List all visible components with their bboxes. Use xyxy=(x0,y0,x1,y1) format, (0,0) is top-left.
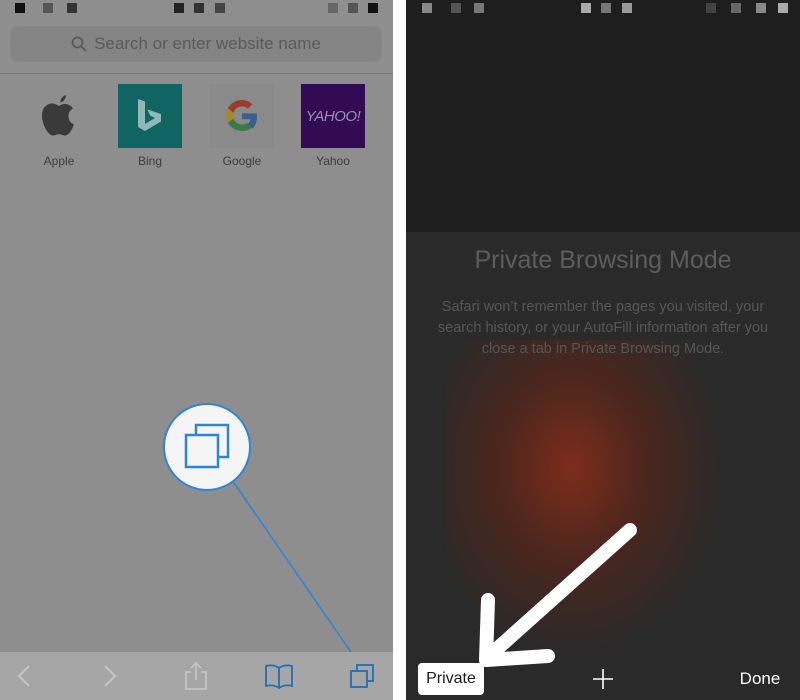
tabs-button[interactable] xyxy=(340,652,384,700)
done-button[interactable]: Done xyxy=(732,663,788,695)
tabs-callout xyxy=(163,403,251,491)
bookmarks-button[interactable] xyxy=(257,652,301,700)
back-button[interactable] xyxy=(2,652,46,700)
forward-icon xyxy=(104,665,117,687)
share-button[interactable] xyxy=(174,652,218,700)
back-icon xyxy=(17,665,30,687)
bookmarks-icon xyxy=(265,664,293,689)
private-button[interactable]: Private xyxy=(418,663,484,695)
new-tab-button[interactable] xyxy=(590,663,616,695)
private-browsing-screen: Private Browsing Mode Safari won’t remem… xyxy=(406,0,800,700)
forward-button[interactable] xyxy=(88,652,132,700)
safari-start-page: Search or enter website name Apple Bing xyxy=(0,0,393,700)
arrow-icon xyxy=(479,523,637,667)
plus-icon xyxy=(593,669,613,689)
bottom-toolbar xyxy=(0,652,393,700)
callout-line xyxy=(231,479,363,669)
share-icon xyxy=(185,661,207,690)
tabs-icon xyxy=(184,423,230,469)
tabs-icon xyxy=(350,664,374,688)
